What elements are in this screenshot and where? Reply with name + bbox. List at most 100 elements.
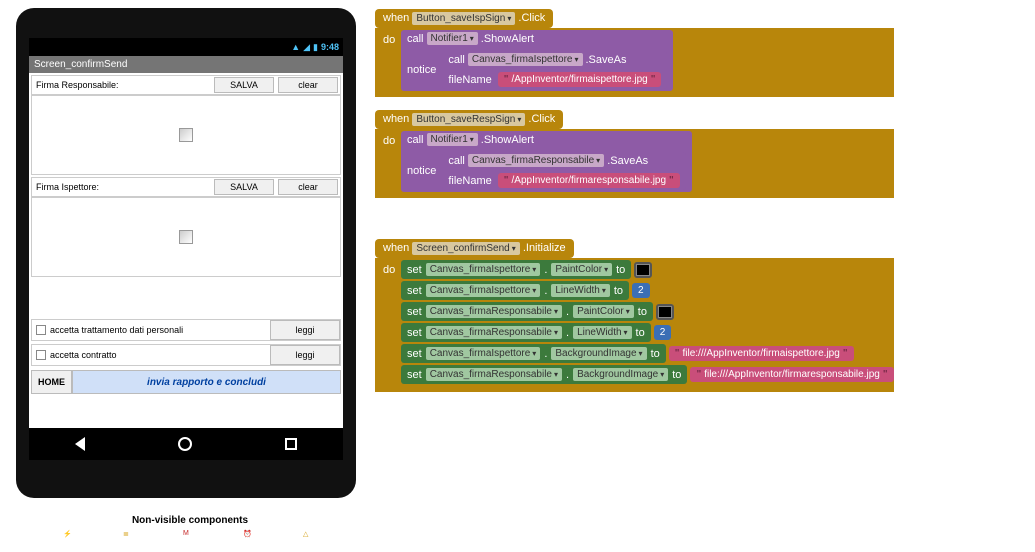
leggi-dati-button[interactable]: leggi — [270, 320, 340, 340]
component-dropdown[interactable]: Canvas_firmaResponsabile — [426, 368, 562, 381]
notifier-dropdown[interactable]: Notifier1 — [427, 133, 478, 146]
home-button[interactable]: HOME — [31, 370, 72, 394]
string-block[interactable]: "/AppInventor/firmaispettore.jpg" — [498, 72, 662, 87]
color-block[interactable] — [656, 304, 674, 320]
canvas-firma-ispettore[interactable] — [31, 197, 341, 277]
call-saveas-block[interactable]: call Canvas_firmaResponsabile .SaveAs fi… — [442, 152, 685, 190]
clear-ispettore-button[interactable]: clear — [278, 179, 338, 195]
component-dropdown[interactable]: Canvas_firmaResponsabile — [426, 305, 562, 318]
do-section: do set Canvas_firmaIspettore.PaintColor … — [375, 258, 894, 392]
set-block[interactable]: set Canvas_firmaResponsabile.BackgroundI… — [401, 365, 687, 384]
call-showalert-block[interactable]: call Notifier1 .ShowAlert notice call Ca… — [401, 131, 692, 192]
property-dropdown[interactable]: LineWidth — [573, 326, 631, 339]
blocks-workspace[interactable]: when Button_saveIspSign .Click do call N… — [375, 8, 894, 404]
canvas-dropdown[interactable]: Canvas_firmaResponsabile — [468, 154, 604, 167]
set-keyword: set — [407, 348, 422, 360]
filename-param: fileName — [448, 74, 491, 86]
component-dropdown[interactable]: Canvas_firmaIspettore — [426, 263, 541, 276]
firma-ispettore-label: Firma Ispettore: — [32, 182, 212, 192]
when-screen-initialize[interactable]: when Screen_confirmSend .Initialize do s… — [375, 238, 894, 392]
to-keyword: to — [636, 327, 645, 339]
property-dropdown[interactable]: PaintColor — [551, 263, 612, 276]
string-block[interactable]: "file:///AppInventor/firmaispettore.jpg" — [669, 346, 854, 361]
when-keyword: when — [383, 12, 409, 24]
phone-screen: ▲ ◢ ▮ 9:48 Screen_confirmSend Firma Resp… — [29, 38, 343, 460]
send-report-button[interactable]: invia rapporto e concludi — [72, 370, 341, 394]
property-dropdown[interactable]: PaintColor — [573, 305, 634, 318]
phone-frame: ▲ ◢ ▮ 9:48 Screen_confirmSend Firma Resp… — [16, 8, 356, 498]
set-block[interactable]: set Canvas_firmaIspettore.PaintColor to — [401, 260, 631, 279]
do-section: do call Notifier1 .ShowAlert notice call… — [375, 28, 894, 97]
when-header[interactable]: when Screen_confirmSend .Initialize — [375, 239, 574, 258]
status-bar: ▲ ◢ ▮ 9:48 — [29, 38, 343, 56]
property-dropdown[interactable]: BackgroundImage — [551, 347, 646, 360]
back-icon[interactable] — [75, 437, 85, 451]
when-header[interactable]: when Button_saveRespSign .Click — [375, 110, 563, 129]
string-block[interactable]: "/AppInventor/firmaresponsabile.jpg" — [498, 173, 680, 188]
checkbox-dati-personali[interactable] — [36, 325, 46, 335]
canvas-dropdown[interactable]: Canvas_firmaIspettore — [468, 53, 583, 66]
call-keyword: call — [448, 54, 465, 66]
component-dropdown[interactable]: Canvas_firmaResponsabile — [426, 326, 562, 339]
call-saveas-block[interactable]: call Canvas_firmaIspettore .SaveAs fileN… — [442, 51, 667, 89]
number-block[interactable]: 2 — [654, 325, 672, 340]
recent-icon[interactable] — [285, 438, 297, 450]
component-dropdown[interactable]: Button_saveRespSign — [412, 113, 525, 126]
do-keyword: do — [383, 260, 401, 276]
nonvisible-components: ⚡ ≣ M ⏰ △ — [40, 530, 340, 544]
set-keyword: set — [407, 369, 422, 381]
canvas-firma-responsabile[interactable] — [31, 95, 341, 175]
number-block[interactable]: 2 — [632, 283, 650, 298]
database-icon: ≣ — [123, 530, 137, 544]
property-dropdown[interactable]: LineWidth — [551, 284, 609, 297]
nonvisible-title: Non-visible components — [60, 515, 320, 526]
color-block[interactable] — [634, 262, 652, 278]
call-keyword: call — [407, 134, 424, 146]
filename-param: fileName — [448, 175, 491, 187]
to-keyword: to — [638, 306, 647, 318]
do-section: do call Notifier1 .ShowAlert notice call… — [375, 129, 894, 198]
set-block[interactable]: set Canvas_firmaIspettore.BackgroundImag… — [401, 344, 666, 363]
clear-responsabile-button[interactable]: clear — [278, 77, 338, 93]
activity-starter-component[interactable]: ⚡ — [63, 530, 77, 544]
set-keyword: set — [407, 327, 422, 339]
when-button-saverespsign-click[interactable]: when Button_saveRespSign .Click do call … — [375, 109, 894, 198]
leggi-contratto-button[interactable]: leggi — [270, 345, 340, 365]
set-keyword: set — [407, 285, 422, 297]
component-dropdown[interactable]: Screen_confirmSend — [412, 242, 519, 255]
checkbox-contratto[interactable] — [36, 350, 46, 360]
to-keyword: to — [616, 264, 625, 276]
clock-icon: ⏰ — [243, 530, 257, 544]
notifier-component[interactable]: △ — [303, 530, 317, 544]
string-block[interactable]: "file:///AppInventor/firmaresponsabile.j… — [690, 367, 893, 382]
notifier-dropdown[interactable]: Notifier1 — [427, 32, 478, 45]
set-block[interactable]: set Canvas_firmaResponsabile.PaintColor … — [401, 302, 653, 321]
component-dropdown[interactable]: Canvas_firmaIspettore — [426, 347, 541, 360]
component-dropdown[interactable]: Canvas_firmaIspettore — [426, 284, 541, 297]
when-keyword: when — [383, 113, 409, 125]
property-dropdown[interactable]: BackgroundImage — [573, 368, 668, 381]
do-keyword: do — [383, 131, 401, 147]
event-label: .Click — [528, 113, 555, 125]
salva-responsabile-button[interactable]: SALVA — [214, 77, 274, 93]
app-title: Screen_confirmSend — [29, 56, 343, 73]
clock-component[interactable]: ⏰ — [243, 530, 257, 544]
firma-responsabile-label: Firma Responsabile: — [32, 80, 212, 90]
home-icon[interactable] — [178, 437, 192, 451]
to-keyword: to — [651, 348, 660, 360]
alert-icon: △ — [303, 530, 317, 544]
call-showalert-block[interactable]: call Notifier1 .ShowAlert notice call Ca… — [401, 30, 673, 91]
set-block[interactable]: set Canvas_firmaResponsabile.LineWidth t… — [401, 323, 651, 342]
set-keyword: set — [407, 264, 422, 276]
gmail-component[interactable]: M — [183, 530, 197, 544]
section-responsabile-header: Firma Responsabile: SALVA clear — [31, 75, 341, 95]
set-block[interactable]: set Canvas_firmaIspettore.LineWidth to — [401, 281, 629, 300]
salva-ispettore-button[interactable]: SALVA — [214, 179, 274, 195]
when-header[interactable]: when Button_saveIspSign .Click — [375, 9, 553, 28]
check-dati-personali-row: accetta trattamento dati personali leggi — [31, 319, 341, 341]
method-label: .ShowAlert — [481, 33, 534, 45]
when-button-saveispsign-click[interactable]: when Button_saveIspSign .Click do call N… — [375, 8, 894, 97]
tinydb-component[interactable]: ≣ — [123, 530, 137, 544]
bottom-row: HOME invia rapporto e concludi — [31, 370, 341, 394]
component-dropdown[interactable]: Button_saveIspSign — [412, 12, 515, 25]
